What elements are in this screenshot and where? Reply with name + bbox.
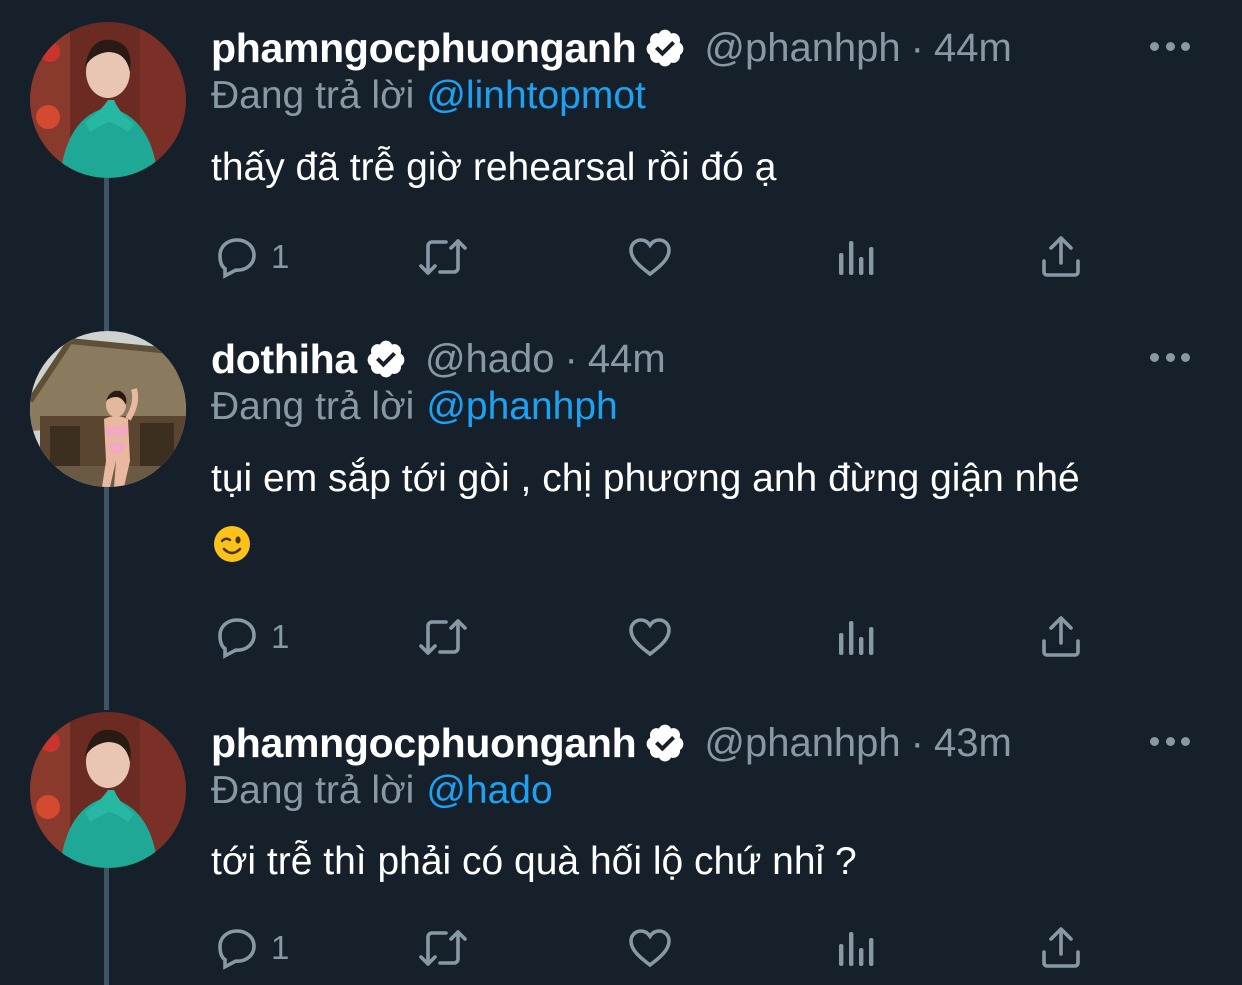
display-name[interactable]: phamngocphuonganh bbox=[211, 720, 637, 767]
tweet-text: thấy đã trễ giờ rehearsal rồi đó ạ bbox=[211, 146, 777, 189]
like-button[interactable] bbox=[625, 612, 675, 662]
reply-count: 1 bbox=[271, 929, 290, 966]
timestamp[interactable]: 43m bbox=[934, 721, 1012, 766]
reply-button[interactable]: 1 bbox=[213, 612, 289, 662]
reply-icon bbox=[218, 929, 256, 970]
avatar[interactable] bbox=[30, 712, 186, 868]
display-name[interactable]: phamngocphuonganh bbox=[211, 25, 637, 72]
heart-icon bbox=[629, 238, 671, 277]
tweet-actions: 1 bbox=[211, 923, 1091, 973]
retweet-button[interactable] bbox=[416, 923, 470, 973]
retweet-button[interactable] bbox=[416, 612, 470, 662]
reply-count: 1 bbox=[271, 618, 290, 655]
heart-icon bbox=[629, 929, 671, 968]
verified-badge-icon bbox=[365, 338, 407, 380]
share-icon bbox=[1042, 616, 1080, 657]
reply-to-link[interactable]: @phanhph bbox=[426, 385, 617, 428]
heart-icon bbox=[629, 618, 671, 657]
tweet[interactable]: phamngocphuonganh @phanhph · 44m Đang tr… bbox=[0, 0, 1242, 310]
reply-button[interactable]: 1 bbox=[213, 232, 289, 282]
verified-badge-icon bbox=[644, 722, 686, 764]
avatar[interactable] bbox=[30, 22, 186, 178]
retweet-icon bbox=[419, 239, 467, 275]
analytics-button[interactable] bbox=[833, 232, 881, 282]
retweet-icon bbox=[419, 930, 467, 966]
reply-prefix: Đang trả lời bbox=[211, 74, 415, 117]
separator-dot: · bbox=[910, 25, 924, 70]
replying-to: Đang trả lời @phanhph bbox=[211, 385, 618, 429]
reply-icon bbox=[218, 618, 256, 659]
like-button[interactable] bbox=[625, 232, 675, 282]
separator-dot: · bbox=[910, 720, 924, 765]
analytics-icon bbox=[839, 621, 874, 655]
tweet-actions: 1 bbox=[211, 612, 1091, 662]
share-button[interactable] bbox=[1037, 612, 1085, 662]
tweet-text: tụi em sắp tới gòi , chị phương anh đừng… bbox=[211, 457, 1080, 500]
reply-prefix: Đang trả lời bbox=[211, 769, 415, 812]
replying-to: Đang trả lời @hado bbox=[211, 769, 553, 813]
share-icon bbox=[1042, 927, 1080, 968]
timestamp[interactable]: 44m bbox=[934, 26, 1012, 71]
reply-count: 1 bbox=[271, 238, 290, 275]
share-button[interactable] bbox=[1037, 232, 1085, 282]
reply-button[interactable]: 1 bbox=[213, 923, 289, 973]
avatar[interactable] bbox=[30, 331, 186, 487]
separator-dot: · bbox=[564, 336, 578, 381]
winking-face-emoji bbox=[213, 525, 251, 563]
timestamp[interactable]: 44m bbox=[588, 337, 666, 382]
reply-to-link[interactable]: @linhtopmot bbox=[426, 74, 646, 117]
user-handle[interactable]: @phanhph bbox=[704, 721, 900, 766]
analytics-icon bbox=[839, 932, 874, 966]
retweet-icon bbox=[419, 619, 467, 655]
more-options-icon[interactable] bbox=[1150, 36, 1190, 56]
analytics-button[interactable] bbox=[833, 923, 881, 973]
replying-to: Đang trả lời @linhtopmot bbox=[211, 74, 646, 118]
share-button[interactable] bbox=[1037, 923, 1085, 973]
display-name[interactable]: dothiha bbox=[211, 336, 357, 383]
reply-to-link[interactable]: @hado bbox=[426, 769, 552, 812]
more-options-icon[interactable] bbox=[1150, 347, 1190, 367]
tweet-text: tới trễ thì phải có quà hối lộ chứ nhỉ ? bbox=[211, 840, 857, 883]
share-icon bbox=[1042, 236, 1080, 277]
reply-prefix: Đang trả lời bbox=[211, 385, 415, 428]
reply-icon bbox=[218, 238, 256, 279]
user-handle[interactable]: @hado bbox=[425, 337, 555, 382]
retweet-button[interactable] bbox=[416, 232, 470, 282]
tweet-actions: 1 bbox=[211, 232, 1091, 282]
user-handle[interactable]: @phanhph bbox=[704, 26, 900, 71]
more-options-icon[interactable] bbox=[1150, 731, 1190, 751]
verified-badge-icon bbox=[644, 27, 686, 69]
analytics-icon bbox=[839, 241, 874, 275]
tweet[interactable]: phamngocphuonganh @phanhph · 43m Đang tr… bbox=[0, 695, 1242, 985]
tweet[interactable]: dothiha @hado · 44m Đang trả lời @phanhph… bbox=[0, 311, 1242, 696]
analytics-button[interactable] bbox=[833, 612, 881, 662]
like-button[interactable] bbox=[625, 923, 675, 973]
